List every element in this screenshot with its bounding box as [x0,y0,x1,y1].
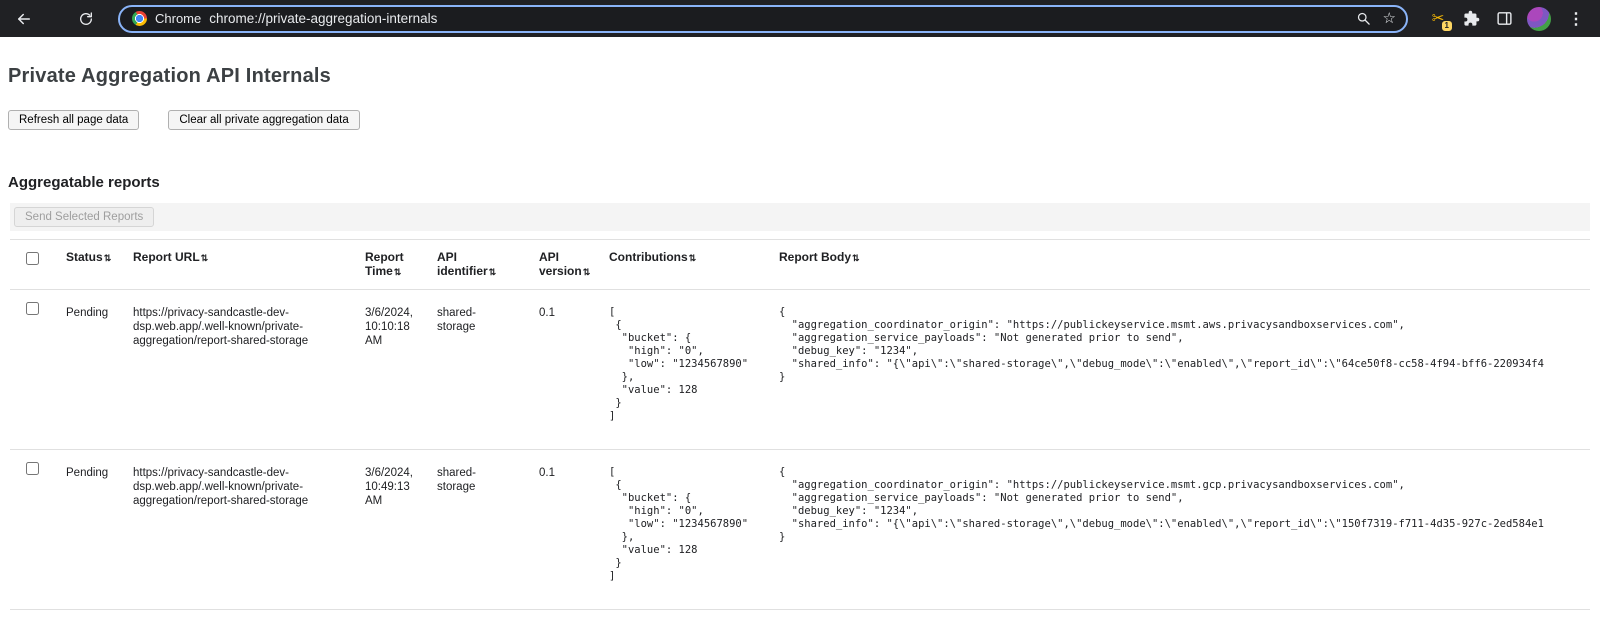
sort-icon: ⇅ [689,253,697,263]
zoom-icon[interactable] [1356,11,1371,26]
page-content: Private Aggregation API Internals Refres… [0,65,1600,610]
header-status[interactable]: Status⇅ [60,240,127,290]
contributions-cell: [ { "bucket": { "high": "0", "low": "123… [603,450,773,610]
side-panel-icon [1496,10,1513,27]
reports-table: Status⇅ Report URL⇅ Report Time⇅ API ide… [10,239,1590,610]
sort-icon: ⇅ [489,267,497,277]
header-api-version[interactable]: API version⇅ [533,240,603,290]
report-body-json: { "aggregation_coordinator_origin": "htt… [779,466,1584,544]
toolbar-right: ✂ 1 ⋮ [1422,7,1590,31]
header-contributions[interactable]: Contributions⇅ [603,240,773,290]
select-all-checkbox[interactable] [26,252,39,265]
sort-icon: ⇅ [583,267,591,277]
reload-button[interactable] [72,5,100,33]
contributions-json: [ { "bucket": { "high": "0", "low": "123… [609,466,767,583]
send-selected-reports-button: Send Selected Reports [14,207,154,227]
clear-all-button[interactable]: Clear all private aggregation data [168,110,359,130]
report-body-json: { "aggregation_coordinator_origin": "htt… [779,306,1584,384]
sort-icon: ⇅ [104,253,112,263]
refresh-all-button[interactable]: Refresh all page data [8,110,139,130]
page-actions: Refresh all page data Clear all private … [8,110,1592,130]
table-row: Pending https://privacy-sandcastle-dev-d… [10,450,1590,610]
row-checkbox[interactable] [26,462,39,475]
pinned-extension-button[interactable]: ✂ 1 [1428,9,1448,29]
api-identifier-cell: shared-storage [431,450,533,610]
table-row: Pending https://privacy-sandcastle-dev-d… [10,290,1590,450]
profile-avatar[interactable] [1527,7,1551,31]
back-icon [15,10,33,28]
reload-icon [78,11,94,27]
header-report-time[interactable]: Report Time⇅ [359,240,431,290]
report-url-cell: https://privacy-sandcastle-dev-dsp.web.a… [127,450,359,610]
browser-toolbar: Chrome chrome://private-aggregation-inte… [0,0,1600,37]
extensions-menu-button[interactable] [1461,9,1481,29]
row-checkbox[interactable] [26,302,39,315]
header-api-identifier[interactable]: API identifier⇅ [431,240,533,290]
api-identifier-cell: shared-storage [431,290,533,450]
extension-badge: 1 [1441,20,1453,32]
status-cell: Pending [60,450,127,610]
report-body-cell: { "aggregation_coordinator_origin": "htt… [773,450,1590,610]
report-url-cell: https://privacy-sandcastle-dev-dsp.web.a… [127,290,359,450]
url-text[interactable]: chrome://private-aggregation-internals [209,11,1347,26]
header-report-url[interactable]: Report URL⇅ [127,240,359,290]
back-button[interactable] [10,5,38,33]
status-cell: Pending [60,290,127,450]
puzzle-icon [1463,10,1480,27]
header-report-body[interactable]: Report Body⇅ [773,240,1590,290]
contributions-cell: [ { "bucket": { "high": "0", "low": "123… [603,290,773,450]
chrome-chip-label: Chrome [155,11,201,26]
send-reports-bar: Send Selected Reports [10,203,1590,231]
side-panel-button[interactable] [1494,9,1514,29]
contributions-json: [ { "bucket": { "high": "0", "low": "123… [609,306,767,423]
table-header-row: Status⇅ Report URL⇅ Report Time⇅ API ide… [10,240,1590,290]
api-version-cell: 0.1 [533,450,603,610]
bookmark-star-icon[interactable]: ☆ [1383,11,1396,26]
sort-icon: ⇅ [394,267,402,277]
report-time-cell: 3/6/2024, 10:10:18 AM [359,290,431,450]
report-body-cell: { "aggregation_coordinator_origin": "htt… [773,290,1590,450]
report-time-cell: 3/6/2024, 10:49:13 AM [359,450,431,610]
chrome-logo-icon [132,11,147,26]
sort-icon: ⇅ [201,253,209,263]
aggregatable-reports-heading: Aggregatable reports [8,174,1592,191]
page-title: Private Aggregation API Internals [8,65,1592,88]
sort-icon: ⇅ [852,253,860,263]
address-bar[interactable]: Chrome chrome://private-aggregation-inte… [118,5,1408,33]
api-version-cell: 0.1 [533,290,603,450]
browser-menu-button[interactable]: ⋮ [1564,9,1588,29]
